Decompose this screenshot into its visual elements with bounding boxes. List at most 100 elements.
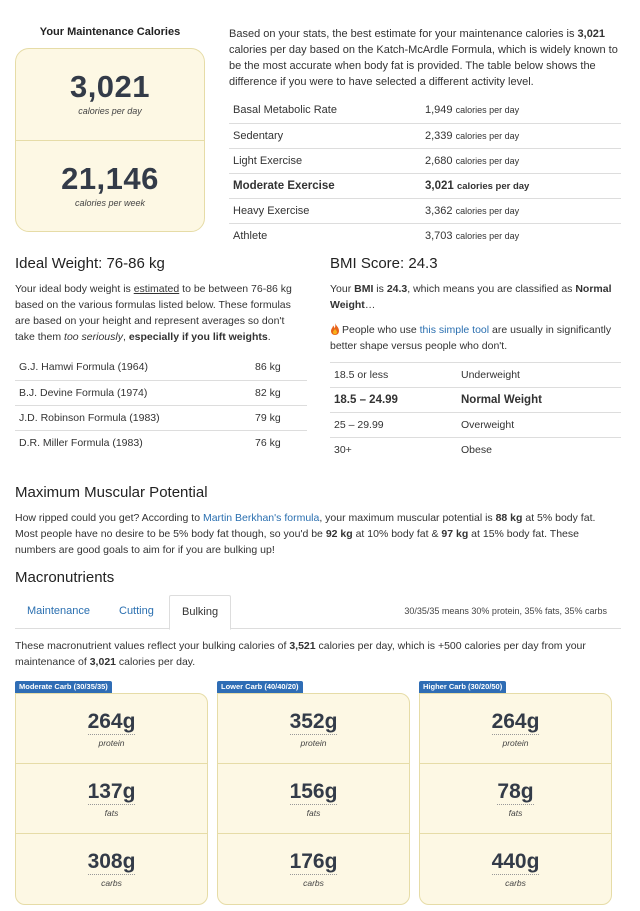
activity-label: Heavy Exercise — [229, 198, 425, 224]
activity-label: Basal Metabolic Rate — [229, 98, 425, 124]
tab-bulking[interactable]: Bulking — [169, 595, 232, 630]
activity-label: Sedentary — [229, 123, 425, 149]
muscular-potential-text: How ripped could you get? According to M… — [15, 512, 596, 556]
carbs-label: carbs — [505, 878, 526, 888]
bmi-range: 18.5 – 24.99 — [330, 387, 461, 413]
formula-value: 79 kg — [255, 405, 307, 431]
macro-badge: Lower Carb (40/40/20) — [217, 681, 303, 693]
ideal-weight-heading: Ideal Weight: 76-86 kg — [15, 255, 165, 272]
carbs-label: carbs — [101, 878, 122, 888]
activity-table: Basal Metabolic Rate 1,949 calories per … — [229, 98, 621, 248]
table-row: Light Exercise 2,680 calories per day — [229, 148, 621, 174]
fats-label: fats — [306, 808, 321, 818]
bmi-class: Obese — [461, 444, 492, 457]
muscular-potential-heading: Maximum Muscular Potential — [15, 484, 208, 501]
formula-name: G.J. Hamwi Formula (1964) — [15, 355, 255, 381]
fats-label: fats — [508, 808, 523, 818]
table-row: 25 – 29.99 Overweight — [330, 412, 621, 438]
simple-tool-link[interactable]: this simple tool — [420, 324, 489, 336]
formula-name: D.R. Miller Formula (1983) — [19, 436, 143, 449]
macronutrients-section: Macronutrients Maintenance Cutting Bulki… — [15, 569, 621, 670]
maintenance-box: 3,021 calories per day 21,146 calories p… — [15, 48, 205, 232]
table-row: J.D. Robinson Formula (1983) 79 kg — [15, 405, 307, 431]
table-row: Heavy Exercise 3,362 calories per day — [229, 198, 621, 224]
macro-tabs: Maintenance Cutting Bulking 30/35/35 mea… — [15, 595, 621, 630]
carbs-label: carbs — [303, 878, 324, 888]
bmi-range: 18.5 or less — [330, 362, 461, 388]
macro-box: 264g protein 137g fats 308g carbs — [15, 693, 208, 905]
table-row: Athlete 3,703 calories per day — [229, 223, 621, 248]
macronutrients-heading: Macronutrients — [15, 569, 115, 586]
formula-name: B.J. Devine Formula (1974) — [15, 380, 255, 406]
table-row: D.R. Miller Formula (1983) 76 kg — [15, 430, 307, 455]
fire-icon — [330, 323, 340, 335]
macro-card-moderate: Moderate Carb (30/35/35) 264g protein 137… — [15, 680, 208, 905]
ideal-weight-text: Your ideal body weight is estimated to b… — [15, 283, 292, 343]
weekly-calories-label: calories per week — [74, 198, 146, 208]
fats-value: 156g — [289, 780, 338, 805]
activity-value: 1,949 calories per day — [425, 98, 621, 124]
bmi-range: 30+ — [334, 444, 352, 457]
table-row: G.J. Hamwi Formula (1964) 86 kg — [15, 355, 307, 381]
protein-label: protein — [300, 738, 327, 748]
macro-box: 352g protein 156g fats 176g carbs — [217, 693, 410, 905]
table-row-selected: Moderate Exercise 3,021 calories per day — [229, 173, 621, 199]
activity-label: Moderate Exercise — [229, 173, 425, 199]
formula-value: 82 kg — [255, 380, 307, 406]
bmi-class: Overweight — [461, 412, 621, 438]
ideal-weight-table: G.J. Hamwi Formula (1964) 86 kg B.J. Dev… — [15, 355, 307, 455]
bmi-text: Your BMI is 24.3, which means you are cl… — [330, 283, 612, 311]
maintenance-intro: Based on your stats, the best estimate f… — [229, 28, 618, 88]
protein-label: protein — [98, 738, 125, 748]
table-row: 30+ Obese — [330, 438, 621, 463]
bmi-tool-text: People who use this simple tool are usua… — [330, 323, 612, 352]
activity-value: 3,362 calories per day — [425, 198, 621, 224]
maintenance-title: Your Maintenance Calories — [39, 26, 181, 38]
activity-value: 2,680 calories per day — [425, 148, 621, 174]
bmi-class: Underweight — [461, 362, 621, 388]
weekly-calories-cell: 21,146 calories per week — [16, 141, 204, 233]
activity-value: 3,703 calories per day — [425, 229, 520, 242]
table-row-selected: 18.5 – 24.99 Normal Weight — [330, 387, 621, 413]
protein-value: 264g — [491, 710, 540, 735]
formula-name: J.D. Robinson Formula (1983) — [15, 405, 255, 431]
carbs-value: 308g — [87, 850, 136, 875]
bmi-class: Normal Weight — [461, 387, 621, 413]
fats-cell: 137g fats — [16, 764, 207, 834]
protein-value: 264g — [87, 710, 136, 735]
activity-panel: Based on your stats, the best estimate f… — [229, 26, 621, 248]
daily-calories-value: 3,021 — [69, 69, 151, 104]
macro-card-higher: Higher Carb (30/20/50) 264g protein 78g fa… — [419, 680, 612, 905]
berkhan-formula-link[interactable]: Martin Berkhan's formula — [203, 512, 319, 524]
daily-calories-cell: 3,021 calories per day — [16, 49, 204, 141]
tab-maintenance[interactable]: Maintenance — [15, 595, 102, 629]
weekly-calories-value: 21,146 — [61, 161, 159, 196]
macro-badge: Moderate Carb (30/35/35) — [15, 681, 112, 693]
carbs-value: 176g — [289, 850, 338, 875]
muscular-potential-section: Maximum Muscular Potential How ripped co… — [15, 484, 621, 558]
protein-label: protein — [502, 738, 529, 748]
macro-intro-text: These macronutrient values reflect your … — [15, 640, 586, 668]
protein-cell: 352g protein — [218, 694, 409, 764]
bmi-range: 25 – 29.99 — [330, 412, 461, 438]
activity-label: Light Exercise — [229, 148, 425, 174]
bmi-table: 18.5 or less Underweight 18.5 – 24.99 No… — [330, 362, 621, 463]
table-row: B.J. Devine Formula (1974) 82 kg — [15, 380, 307, 406]
bmi-heading: BMI Score: 24.3 — [330, 255, 438, 272]
formula-value: 76 kg — [255, 436, 281, 449]
formula-value: 86 kg — [255, 355, 307, 381]
maintenance-panel: Your Maintenance Calories 3,021 calories… — [15, 26, 205, 232]
macro-card-lower: Lower Carb (40/40/20) 352g protein 156g fa… — [217, 680, 410, 905]
activity-value: 2,339 calories per day — [425, 123, 621, 149]
fats-cell: 78g fats — [420, 764, 611, 834]
table-row: Sedentary 2,339 calories per day — [229, 123, 621, 149]
carbs-cell: 308g carbs — [16, 834, 207, 904]
macro-badge: Higher Carb (30/20/50) — [419, 681, 507, 693]
activity-label: Athlete — [233, 229, 268, 242]
carbs-cell: 440g carbs — [420, 834, 611, 904]
estimated-tooltip[interactable]: estimated — [134, 283, 180, 295]
table-row: 18.5 or less Underweight — [330, 362, 621, 388]
daily-calories-label: calories per day — [78, 106, 142, 116]
tab-cutting[interactable]: Cutting — [107, 595, 166, 629]
table-row: Basal Metabolic Rate 1,949 calories per … — [229, 98, 621, 124]
